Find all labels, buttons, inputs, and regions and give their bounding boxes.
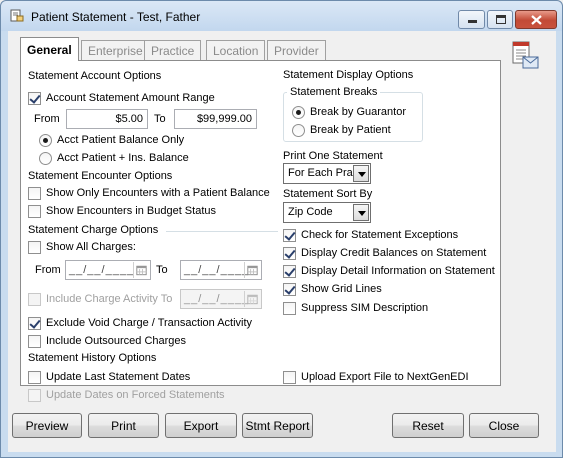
date-mask: __/__/____: [69, 264, 135, 276]
tab-label: Provider: [274, 44, 319, 58]
charges-from-date[interactable]: __/__/____: [65, 260, 151, 280]
title-bar[interactable]: Patient Statement - Test, Father: [1, 1, 562, 31]
maximize-icon: [496, 15, 506, 24]
preview-button[interactable]: Preview: [12, 413, 82, 438]
charges-to-label: To: [156, 264, 168, 276]
reset-button[interactable]: Reset: [392, 413, 464, 438]
tab-label: Enterprise: [88, 44, 143, 58]
tab-provider[interactable]: Provider: [267, 40, 326, 60]
tab-location[interactable]: Location: [206, 40, 266, 60]
sort-by-select[interactable]: Zip Code: [283, 202, 371, 223]
maximize-button[interactable]: [487, 10, 513, 29]
update-forced-dates-checkbox[interactable]: [28, 389, 41, 402]
show-all-charges-checkbox[interactable]: [28, 241, 41, 254]
sort-by-label: Statement Sort By: [283, 188, 373, 200]
budget-status-checkbox[interactable]: [28, 205, 41, 218]
exclude-void-checkbox[interactable]: [28, 317, 41, 330]
chevron-down-icon[interactable]: [353, 165, 369, 182]
tab-general[interactable]: General: [20, 37, 79, 61]
show-all-charges-label: Show All Charges:: [46, 241, 136, 253]
dialog-body: General Enterprise Practice Location Pro…: [8, 31, 556, 452]
charge-activity-date[interactable]: __/__/____: [180, 289, 262, 309]
print-one-statement-label: Print One Statement: [283, 150, 383, 162]
exclude-void-label: Exclude Void Charge / Transaction Activi…: [46, 317, 253, 329]
amount-to-label: To: [154, 113, 166, 125]
date-mask: __/__/____: [184, 293, 250, 305]
include-charge-activity-checkbox[interactable]: [28, 293, 41, 306]
encounter-options-heading: Statement Encounter Options: [28, 170, 173, 182]
upload-export-label: Upload Export File to NextGenEDI: [301, 371, 469, 383]
calendar-icon[interactable]: [244, 262, 260, 278]
acct-patient-ins-balance-radio[interactable]: [39, 152, 52, 165]
break-by-patient-radio[interactable]: [292, 124, 305, 137]
break-by-guarantor-radio[interactable]: [292, 106, 305, 119]
stmt-report-button[interactable]: Stmt Report: [242, 413, 313, 438]
display-credit-balances-label: Display Credit Balances on Statement: [301, 247, 487, 259]
print-one-statement-value: For Each Pra: [288, 167, 353, 179]
chevron-down-icon[interactable]: [353, 204, 369, 221]
display-options-heading: Statement Display Options: [283, 69, 414, 81]
update-last-dates-label: Update Last Statement Dates: [46, 371, 191, 383]
include-outsourced-label: Include Outsourced Charges: [46, 335, 187, 347]
report-envelope-icon[interactable]: [510, 41, 540, 71]
include-outsourced-checkbox[interactable]: [28, 335, 41, 348]
amount-to-input[interactable]: $99,999.00: [174, 109, 257, 129]
suppress-sim-checkbox[interactable]: [283, 302, 296, 315]
amount-from-input[interactable]: $5.00: [66, 109, 148, 129]
break-by-guarantor-label: Break by Guarantor: [310, 106, 406, 118]
close-button[interactable]: Close: [469, 413, 539, 438]
charge-options-divider: [166, 231, 278, 232]
display-detail-info-checkbox[interactable]: [283, 265, 296, 278]
acct-patient-balance-only-radio[interactable]: [39, 134, 52, 147]
patient-balance-encounters-label: Show Only Encounters with a Patient Bala…: [46, 187, 270, 199]
statement-breaks-title: Statement Breaks: [287, 86, 381, 98]
show-grid-lines-label: Show Grid Lines: [301, 283, 382, 295]
minimize-icon: [468, 20, 477, 23]
budget-status-label: Show Encounters in Budget Status: [46, 205, 216, 217]
statement-app-icon: [10, 9, 24, 22]
tab-label: Practice: [151, 44, 195, 58]
tab-enterprise[interactable]: Enterprise: [81, 40, 150, 60]
window-title: Patient Statement - Test, Father: [31, 10, 201, 24]
date-mask: __/__/____: [184, 264, 250, 276]
upload-export-checkbox[interactable]: [283, 371, 296, 384]
show-grid-lines-checkbox[interactable]: [283, 283, 296, 296]
account-options-heading: Statement Account Options: [28, 70, 162, 82]
export-button[interactable]: Export: [165, 413, 237, 438]
include-charge-activity-label: Include Charge Activity To: [46, 293, 173, 305]
sort-by-value: Zip Code: [288, 206, 333, 218]
print-one-statement-select[interactable]: For Each Pra: [283, 163, 371, 184]
amount-range-label: Account Statement Amount Range: [46, 92, 215, 104]
close-window-button[interactable]: [515, 10, 557, 29]
break-by-patient-label: Break by Patient: [310, 124, 391, 136]
close-icon: [531, 15, 542, 25]
amount-range-checkbox[interactable]: [28, 92, 41, 105]
calendar-icon[interactable]: [244, 291, 260, 307]
acct-patient-balance-only-label: Acct Patient Balance Only: [57, 134, 185, 146]
acct-patient-ins-balance-label: Acct Patient + Ins. Balance: [57, 152, 189, 164]
charges-from-label: From: [35, 264, 61, 276]
charge-options-heading: Statement Charge Options: [28, 224, 159, 236]
check-exceptions-checkbox[interactable]: [283, 229, 296, 242]
tab-label: Location: [213, 44, 259, 58]
patient-balance-encounters-checkbox[interactable]: [28, 187, 41, 200]
history-options-heading: Statement History Options: [28, 352, 157, 364]
charges-to-date[interactable]: __/__/____: [180, 260, 262, 280]
tab-label: General: [27, 43, 72, 57]
suppress-sim-label: Suppress SIM Description: [301, 302, 429, 314]
display-credit-balances-checkbox[interactable]: [283, 247, 296, 260]
update-last-dates-checkbox[interactable]: [28, 371, 41, 384]
check-exceptions-label: Check for Statement Exceptions: [301, 229, 459, 241]
display-detail-info-label: Display Detail Information on Statement: [301, 265, 495, 277]
amount-from-label: From: [34, 113, 60, 125]
patient-statement-window: Patient Statement - Test, Father General…: [0, 0, 563, 458]
calendar-icon[interactable]: [133, 262, 149, 278]
update-forced-dates-label: Update Dates on Forced Statements: [46, 389, 225, 401]
tab-practice[interactable]: Practice: [144, 40, 202, 60]
print-button[interactable]: Print: [88, 413, 159, 438]
minimize-button[interactable]: [458, 10, 485, 29]
